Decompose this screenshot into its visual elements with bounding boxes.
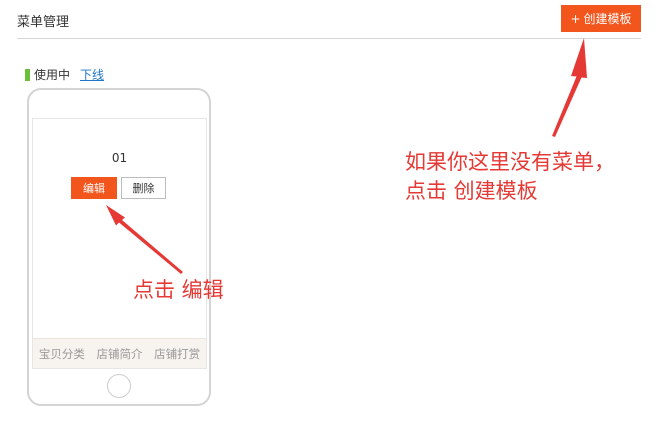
arrow-to-create-button [552, 38, 587, 137]
annotation-arrows [106, 38, 587, 274]
create-hint-annotation: 如果你这里没有菜单， 点击 创建模板 [405, 150, 615, 203]
arrow-to-edit-button [106, 205, 183, 274]
edit-hint-annotation: 点击 编辑 [133, 278, 224, 302]
